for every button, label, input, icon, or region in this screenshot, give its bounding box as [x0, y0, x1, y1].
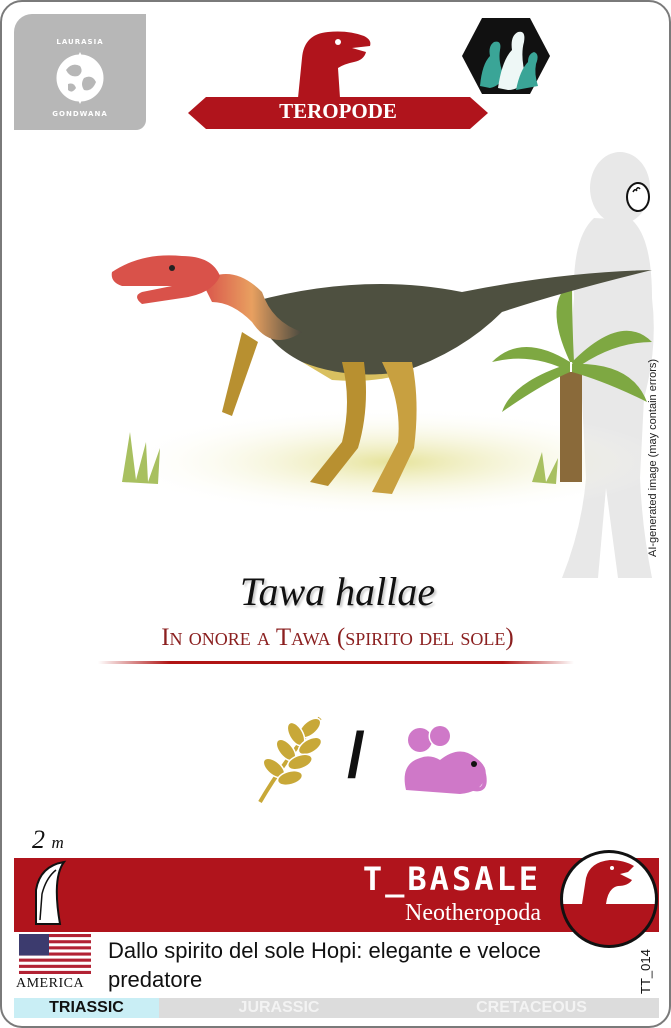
size-value: 2	[32, 825, 45, 854]
map-top-label: LAURASIA	[56, 38, 104, 46]
diet-separator: /	[347, 719, 365, 791]
dinosaur-head	[111, 255, 220, 304]
size-label: 2 m	[32, 825, 64, 855]
mouse-icon	[403, 724, 488, 796]
globe-icon	[56, 52, 104, 104]
size-unit: m	[51, 833, 64, 852]
region-label: AMERICA	[16, 976, 85, 991]
dinosaur-card: LAURASIA GONDWANA TEROPODE AI-generated …	[0, 0, 671, 1028]
group-name: T_BASALE	[362, 860, 541, 898]
card-code: TT_014	[638, 949, 653, 994]
theropod-circle-icon	[560, 850, 658, 948]
egg-icon	[626, 182, 650, 212]
description: Dallo spirito del sole Hopi: elegante e …	[108, 938, 541, 992]
scientific-name: Tawa hallae	[239, 569, 436, 614]
claw-icon	[35, 860, 67, 925]
map-bottom-label: GONDWANA	[52, 110, 108, 118]
period-cretaceous: CRETACEOUS	[476, 999, 587, 1016]
dinosaur-illustration	[111, 255, 662, 512]
period-bar: TRIASSIC JURASSIC CRETACEOUS	[14, 998, 659, 1018]
herd-hexagon-icon	[462, 18, 550, 94]
dinosaur-tail-body	[252, 270, 652, 376]
dinosaur-arm	[222, 332, 258, 416]
family-name: Neotheropoda	[405, 900, 541, 926]
us-flag-icon	[19, 934, 91, 974]
theropod-head-icon	[298, 31, 371, 98]
category-label: TEROPODE	[279, 99, 397, 123]
ai-disclaimer: AI-generated image (may contain errors)	[647, 358, 659, 557]
period-triassic: TRIASSIC	[14, 998, 159, 1018]
name-meaning: In onore a Tawa (spirito del sole)	[161, 624, 514, 651]
plant-leaf-icon	[258, 716, 323, 804]
period-jurassic: JURASSIC	[238, 999, 320, 1016]
map-badge: LAURASIA GONDWANA	[14, 14, 146, 130]
title-divider	[98, 661, 574, 664]
